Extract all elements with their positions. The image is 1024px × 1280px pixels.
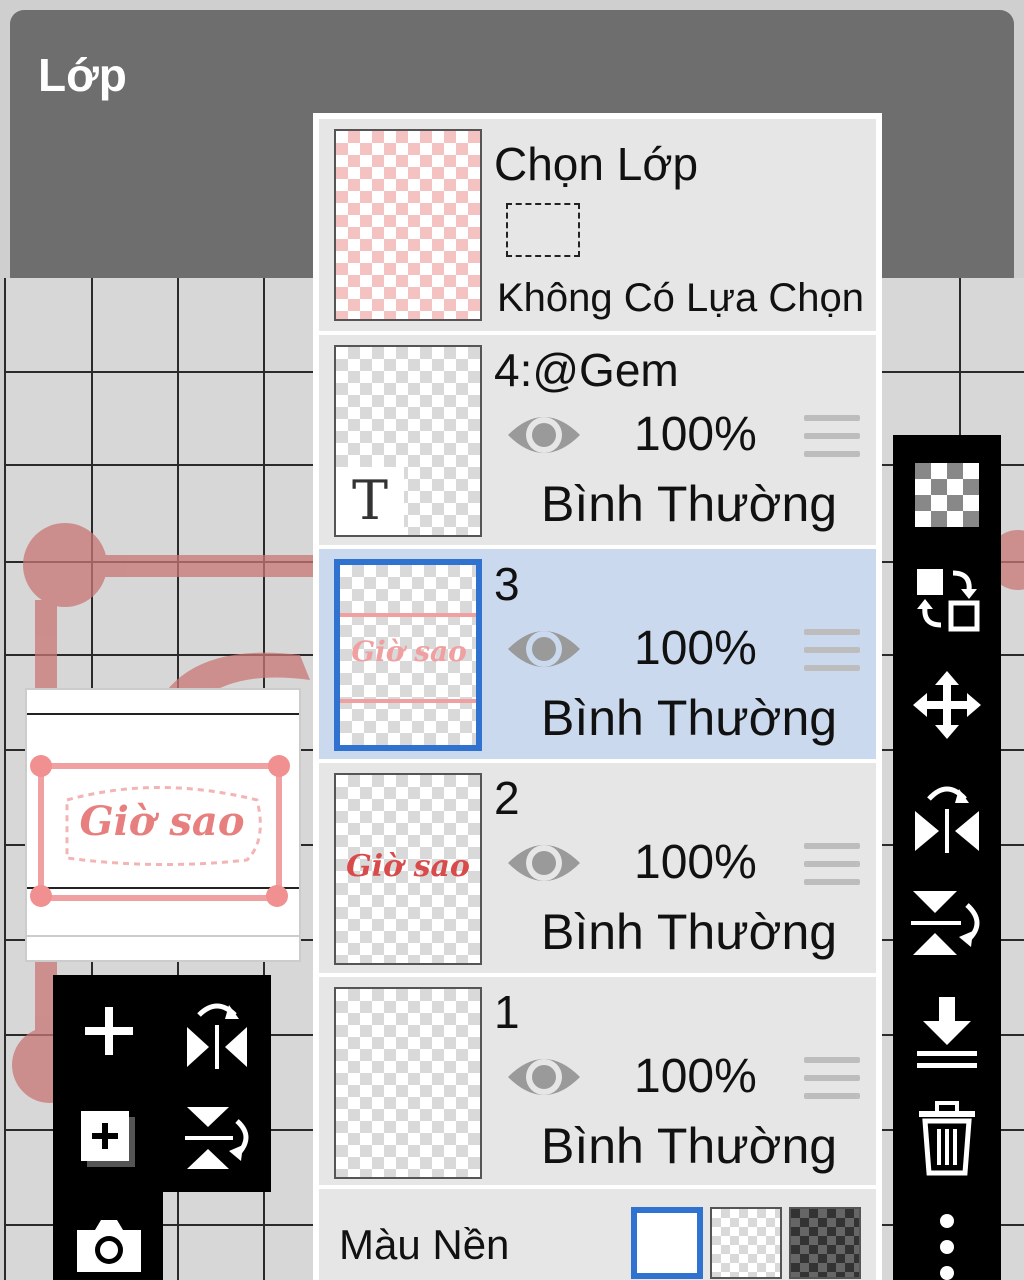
flip-horizontal-icon[interactable] — [907, 775, 987, 855]
text-layer-icon: T — [336, 467, 404, 535]
layer-blend-mode[interactable]: Bình Thường — [541, 689, 837, 747]
canvas-preview[interactable]: Giờ sao — [25, 688, 301, 962]
layer-blend-mode[interactable]: Bình Thường — [541, 1117, 837, 1175]
selection-status: Không Có Lựa Chọn — [497, 276, 865, 320]
thumbnail-text: Giờ sao — [351, 635, 467, 668]
app-screen: Lớp Chọn Lớp Không Có Lựa Chọn T 4:@Gem … — [0, 0, 1024, 1280]
swap-layers-icon[interactable] — [907, 559, 987, 639]
drag-handle-icon[interactable] — [804, 843, 860, 891]
selection-title: Chọn Lớp — [494, 138, 699, 190]
drag-handle-icon[interactable] — [804, 415, 860, 463]
more-icon[interactable] — [907, 1205, 987, 1280]
eye-icon[interactable] — [506, 1049, 582, 1105]
layer-opacity[interactable]: 100% — [634, 407, 757, 462]
layer-name: 3 — [494, 558, 520, 610]
layer-row[interactable]: Giờ sao 2 100% Bình Thường — [319, 763, 876, 973]
thumbnail-text: Giờ sao — [346, 849, 470, 884]
selection-rect-icon — [506, 203, 580, 257]
left-toolbar-bottom — [53, 1192, 163, 1280]
trash-icon[interactable] — [907, 1099, 987, 1179]
flip-vertical-icon[interactable] — [179, 1099, 255, 1175]
eye-icon[interactable] — [506, 835, 582, 891]
background-color-label: Màu Nền — [339, 1221, 510, 1268]
layer-opacity[interactable]: 100% — [634, 835, 757, 890]
layer-thumbnail — [334, 987, 482, 1179]
flip-vertical-icon[interactable] — [907, 883, 987, 963]
preview-text: Giờ sao — [79, 798, 245, 845]
merge-down-icon[interactable] — [907, 993, 987, 1073]
layer-name: 1 — [494, 986, 520, 1038]
drag-handle-icon[interactable] — [804, 1057, 860, 1105]
layer-panel: Chọn Lớp Không Có Lựa Chọn T 4:@Gem 100%… — [313, 113, 882, 1280]
layer-opacity[interactable]: 100% — [634, 621, 757, 676]
eye-icon[interactable] — [506, 407, 582, 463]
layer-blend-mode[interactable]: Bình Thường — [541, 903, 837, 961]
camera-icon[interactable] — [71, 1206, 147, 1280]
selection-thumbnail — [334, 129, 482, 321]
selection-layer-row[interactable]: Chọn Lớp Không Có Lựa Chọn — [319, 119, 876, 331]
layer-thumbnail: Giờ sao — [334, 773, 482, 965]
transparency-icon[interactable] — [907, 455, 987, 535]
flip-horizontal-icon[interactable] — [179, 993, 255, 1069]
move-icon[interactable] — [907, 665, 987, 745]
background-color-row: Màu Nền — [319, 1189, 876, 1280]
bg-swatch-dark[interactable] — [789, 1207, 861, 1279]
bg-swatch-transparent[interactable] — [710, 1207, 782, 1279]
right-toolbar — [893, 435, 1001, 1280]
layer-row[interactable]: T 4:@Gem 100% Bình Thường — [319, 335, 876, 545]
layer-name: 2 — [494, 772, 520, 824]
eye-icon[interactable] — [506, 621, 582, 677]
add-layer-copy-icon[interactable] — [71, 1099, 147, 1175]
layer-thumbnail: Giờ sao — [334, 559, 482, 751]
layer-name: 4:@Gem — [494, 344, 679, 396]
layer-row-selected[interactable]: Giờ sao 3 100% Bình Thường — [319, 549, 876, 759]
drag-handle-icon[interactable] — [804, 629, 860, 677]
dialog-title: Lớp — [38, 49, 127, 101]
layer-thumbnail: T — [334, 345, 482, 537]
layer-row[interactable]: 1 100% Bình Thường — [319, 977, 876, 1185]
layer-opacity[interactable]: 100% — [634, 1049, 757, 1104]
add-layer-icon[interactable] — [71, 993, 147, 1069]
bg-swatch-white[interactable] — [631, 1207, 703, 1279]
layer-blend-mode[interactable]: Bình Thường — [541, 475, 837, 533]
left-toolbar — [53, 975, 271, 1192]
